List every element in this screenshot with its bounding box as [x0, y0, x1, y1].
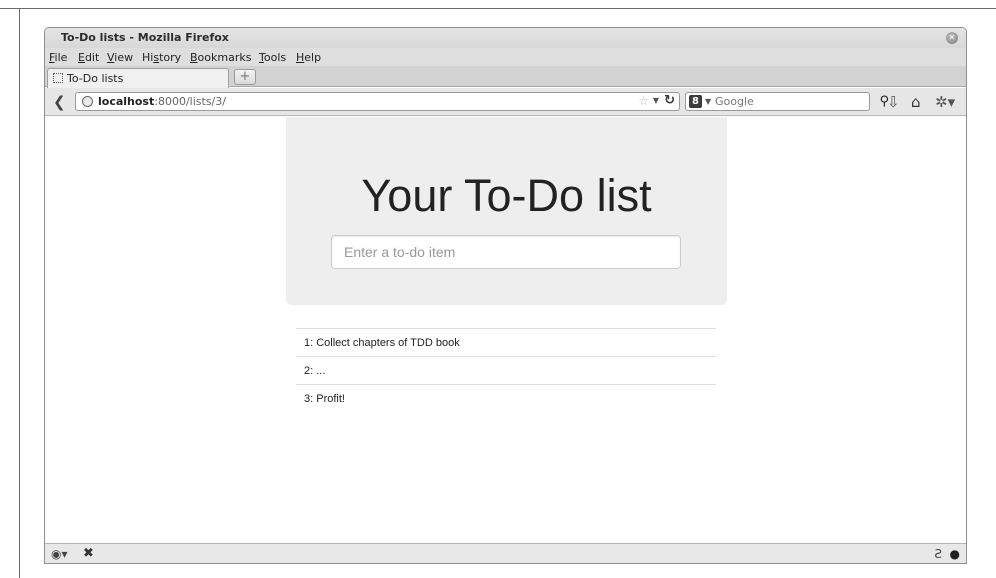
- menu-bookmarks[interactable]: Bookmarks: [190, 51, 251, 64]
- todo-table: 1: Collect chapters of TDD book 2: ... 3…: [296, 328, 716, 413]
- page-content: Your To-Do list 1: Collect chapters of T…: [45, 117, 966, 543]
- tab-label: To-Do lists: [67, 72, 124, 85]
- window-close-button[interactable]: ✕: [946, 32, 958, 44]
- download-arrow-icon[interactable]: ⇩: [887, 93, 900, 111]
- todo-item: 2: ...: [296, 356, 716, 385]
- search-bar[interactable]: 8 ▼ Google ⚲: [685, 92, 889, 111]
- favicon-icon: [53, 73, 63, 83]
- menu-file[interactable]: File: [49, 51, 67, 64]
- url-bar[interactable]: localhost:8000/lists/3/ ☆ ▼ ↻: [75, 92, 680, 111]
- site-identity-icon[interactable]: [82, 96, 93, 107]
- menu-help[interactable]: Help: [296, 51, 321, 64]
- sync-icon[interactable]: Ƨ: [934, 547, 942, 561]
- url-history-dropdown-icon[interactable]: ▼: [653, 96, 659, 105]
- page-frame-top: [0, 8, 996, 9]
- status-bar: ◉▾ ✖ Ƨ ●: [45, 543, 966, 563]
- addon-icon[interactable]: ✲▾: [935, 93, 955, 111]
- new-tab-button[interactable]: +: [234, 69, 256, 85]
- back-arrow-icon[interactable]: ❮: [53, 93, 66, 111]
- url-text[interactable]: localhost:8000/lists/3/: [98, 95, 226, 108]
- menu-view[interactable]: View: [107, 51, 133, 64]
- jumbotron: Your To-Do list: [286, 117, 727, 305]
- navigation-bar: ❮ localhost:8000/lists/3/ ☆ ▼ ↻ 8 ▼ Goog…: [45, 88, 966, 116]
- search-engine-dropdown-icon[interactable]: ▼: [705, 97, 711, 106]
- page-frame-left: [19, 8, 20, 578]
- tab-todo-lists[interactable]: To-Do lists: [47, 68, 229, 88]
- addon-bar-icon[interactable]: ◉▾: [51, 547, 68, 561]
- home-icon[interactable]: ⌂: [911, 93, 921, 111]
- menu-bar: File Edit View History Bookmarks Tools H…: [45, 48, 966, 66]
- globe-icon[interactable]: ●: [950, 547, 960, 561]
- bookmark-star-icon[interactable]: ☆: [638, 94, 649, 108]
- tab-bar: To-Do lists +: [45, 66, 966, 88]
- todo-item: 3: Profit!: [296, 384, 716, 413]
- menu-history[interactable]: History: [142, 51, 181, 64]
- menu-tools[interactable]: Tools: [259, 51, 286, 64]
- search-engine-icon[interactable]: 8: [689, 95, 702, 108]
- table-row: 3: Profit!: [296, 384, 716, 413]
- title-bar: To-Do lists - Mozilla Firefox ✕: [45, 28, 966, 48]
- close-icon[interactable]: ✖: [83, 546, 94, 561]
- new-item-input[interactable]: [331, 235, 681, 269]
- window-title: To-Do lists - Mozilla Firefox: [61, 31, 229, 44]
- reload-icon[interactable]: ↻: [664, 93, 675, 108]
- table-row: 2: ...: [296, 356, 716, 385]
- table-row: 1: Collect chapters of TDD book: [296, 328, 716, 357]
- todo-item: 1: Collect chapters of TDD book: [296, 328, 716, 357]
- menu-edit[interactable]: Edit: [78, 51, 99, 64]
- search-placeholder: Google: [715, 95, 754, 108]
- browser-window: To-Do lists - Mozilla Firefox ✕ File Edi…: [44, 27, 967, 564]
- page-title: Your To-Do list: [361, 170, 652, 221]
